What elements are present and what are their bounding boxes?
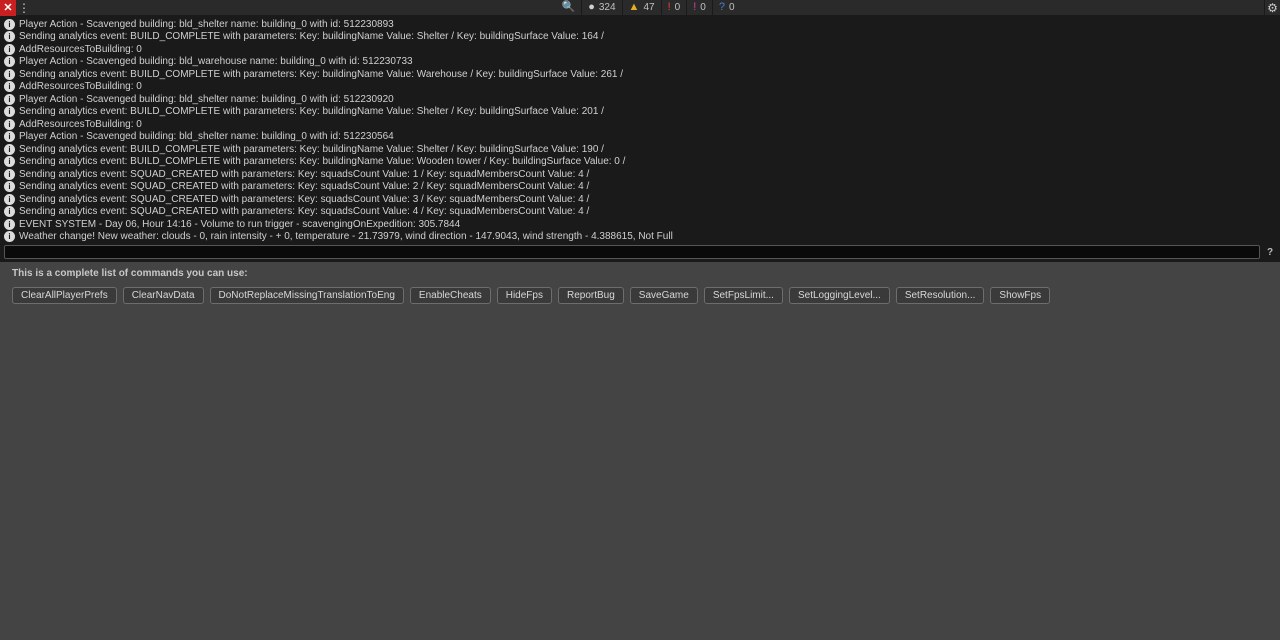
info-icon: i <box>4 169 15 180</box>
log-line: i Player Action - Scavenged building: bld… <box>0 93 1280 106</box>
info-icon: i <box>4 156 15 167</box>
error-icon-count: 0 <box>675 2 681 13</box>
info-icon: i <box>4 56 15 67</box>
info-icon[interactable]: ● 324 <box>581 0 621 16</box>
assert-icon-count: 0 <box>700 2 706 13</box>
log-text: Sending analytics event: BUILD_COMPLETE … <box>19 144 604 155</box>
commands-panel: This is a complete list of commands you … <box>0 262 1280 310</box>
info-icon: i <box>4 144 15 155</box>
log-line: i EVENT SYSTEM - Day 06, Hour 14:16 - Vol… <box>0 218 1280 231</box>
log-text: Sending analytics event: BUILD_COMPLETE … <box>19 156 625 167</box>
log-line: i Sending analytics event: BUILD_COMPLETE… <box>0 31 1280 44</box>
console-input[interactable] <box>4 245 1260 259</box>
info-icon: i <box>4 31 15 42</box>
log-text: AddResourcesToBuilding: 0 <box>19 44 142 55</box>
help-icon[interactable]: ?0 <box>712 0 741 16</box>
log-line: i Sending analytics event: SQUAD_CREATED … <box>0 206 1280 219</box>
log-text: Sending analytics event: BUILD_COMPLETE … <box>19 69 623 80</box>
toolbar-stats: 🔍●324▲47!0!0?0 <box>556 0 741 16</box>
log-text: AddResourcesToBuilding: 0 <box>19 119 142 130</box>
cmd-clearallplayerprefs[interactable]: ClearAllPlayerPrefs <box>12 287 117 304</box>
log-text: Player Action - Scavenged building: bld_… <box>19 56 413 67</box>
log-text: AddResourcesToBuilding: 0 <box>19 81 142 92</box>
info-icon: i <box>4 206 15 217</box>
info-icon: i <box>4 94 15 105</box>
toolbar-right: ⚙ <box>1264 0 1280 16</box>
info-icon: i <box>4 131 15 142</box>
question-icon[interactable]: ? <box>1264 246 1276 258</box>
log-text: Player Action - Scavenged building: bld_… <box>19 19 394 30</box>
cmd-hidefps[interactable]: HideFps <box>497 287 552 304</box>
assert-icon[interactable]: !0 <box>686 0 712 16</box>
log-line: i Sending analytics event: SQUAD_CREATED … <box>0 193 1280 206</box>
info-icon: i <box>4 181 15 192</box>
close-button[interactable]: ✕ <box>0 0 16 16</box>
cmd-setresolution[interactable]: SetResolution... <box>896 287 985 304</box>
cmd-savegame[interactable]: SaveGame <box>630 287 698 304</box>
info-icon: i <box>4 219 15 230</box>
gear-icon[interactable]: ⚙ <box>1264 0 1280 16</box>
cmd-donotreplacemissingtranslationtoeng[interactable]: DoNotReplaceMissingTranslationToEng <box>210 287 404 304</box>
console-input-row: ? <box>0 242 1280 262</box>
warn-icon-glyph: ▲ <box>629 2 640 13</box>
log-text: Sending analytics event: SQUAD_CREATED w… <box>19 181 589 192</box>
commands-buttons: ClearAllPlayerPrefs ClearNavData DoNotRepl… <box>12 287 1268 304</box>
help-icon-count: 0 <box>729 2 735 13</box>
log-output: i Player Action - Scavenged building: bld… <box>0 16 1280 242</box>
log-line: i Sending analytics event: BUILD_COMPLETE… <box>0 156 1280 169</box>
log-line: i Sending analytics event: BUILD_COMPLETE… <box>0 143 1280 156</box>
log-line: i Sending analytics event: SQUAD_CREATED … <box>0 181 1280 194</box>
log-text: Sending analytics event: SQUAD_CREATED w… <box>19 169 589 180</box>
warn-icon-count: 47 <box>643 2 654 13</box>
cmd-reportbug[interactable]: ReportBug <box>558 287 624 304</box>
cmd-setfpslimit[interactable]: SetFpsLimit... <box>704 287 783 304</box>
search-icon[interactable]: 🔍 <box>556 0 582 16</box>
info-icon: i <box>4 106 15 117</box>
cmd-setlogginglevel[interactable]: SetLoggingLevel... <box>789 287 890 304</box>
log-line: i Sending analytics event: BUILD_COMPLETE… <box>0 106 1280 119</box>
console-toolbar: ✕ ⋮ 🔍●324▲47!0!0?0 ⚙ <box>0 0 1280 16</box>
log-line: i Sending analytics event: SQUAD_CREATED … <box>0 168 1280 181</box>
log-line: i Player Action - Scavenged building: bld… <box>0 18 1280 31</box>
help-icon-glyph: ? <box>719 2 725 13</box>
log-text: Sending analytics event: SQUAD_CREATED w… <box>19 206 589 217</box>
info-icon-glyph: ● <box>588 2 595 13</box>
cmd-clearnavdata[interactable]: ClearNavData <box>123 287 204 304</box>
info-icon: i <box>4 231 15 242</box>
info-icon: i <box>4 19 15 30</box>
info-icon: i <box>4 194 15 205</box>
info-icon-count: 324 <box>599 2 616 13</box>
log-line: i Player Action - Scavenged building: bld… <box>0 131 1280 144</box>
log-text: Player Action - Scavenged building: bld_… <box>19 131 394 142</box>
info-icon: i <box>4 81 15 92</box>
cmd-enablecheats[interactable]: EnableCheats <box>410 287 491 304</box>
error-icon-glyph: ! <box>668 2 671 13</box>
toolbar-left: ✕ ⋮ <box>0 0 32 16</box>
log-line: i AddResourcesToBuilding: 0 <box>0 43 1280 56</box>
log-text: EVENT SYSTEM - Day 06, Hour 14:16 - Volu… <box>19 219 460 230</box>
error-icon[interactable]: !0 <box>661 0 687 16</box>
info-icon: i <box>4 119 15 130</box>
log-text: Sending analytics event: BUILD_COMPLETE … <box>19 31 604 42</box>
log-text: Sending analytics event: BUILD_COMPLETE … <box>19 106 604 117</box>
log-line: i Sending analytics event: BUILD_COMPLETE… <box>0 68 1280 81</box>
commands-title: This is a complete list of commands you … <box>12 268 1268 279</box>
assert-icon-glyph: ! <box>693 2 696 13</box>
warn-icon[interactable]: ▲47 <box>622 0 661 16</box>
menu-dots-icon[interactable]: ⋮ <box>16 0 32 16</box>
search-icon-glyph: 🔍 <box>562 2 576 13</box>
info-icon: i <box>4 44 15 55</box>
log-line: i Player Action - Scavenged building: bld… <box>0 56 1280 69</box>
log-text: Weather change! New weather: clouds - 0,… <box>19 231 673 242</box>
info-icon: i <box>4 69 15 80</box>
cmd-showfps[interactable]: ShowFps <box>990 287 1050 304</box>
log-line: i AddResourcesToBuilding: 0 <box>0 81 1280 94</box>
log-line: i AddResourcesToBuilding: 0 <box>0 118 1280 131</box>
log-line: i Weather change! New weather: clouds - 0… <box>0 231 1280 243</box>
log-text: Sending analytics event: SQUAD_CREATED w… <box>19 194 589 205</box>
log-text: Player Action - Scavenged building: bld_… <box>19 94 394 105</box>
